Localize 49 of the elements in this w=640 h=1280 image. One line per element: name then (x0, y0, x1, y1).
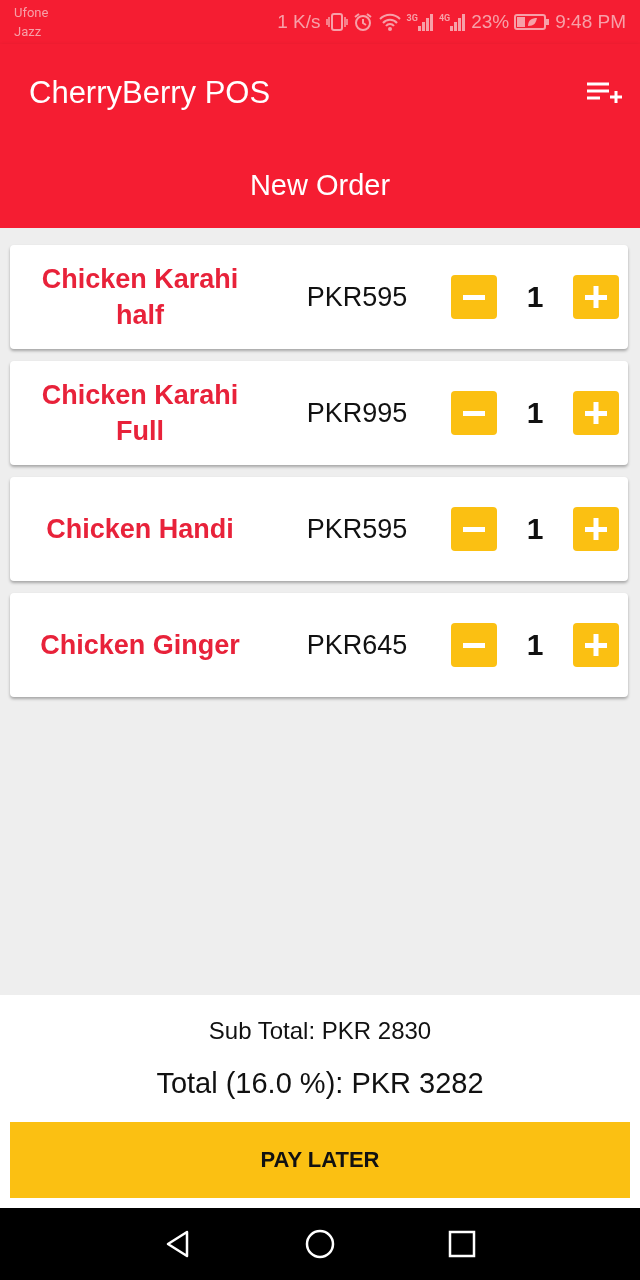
carrier-name: Jazz (14, 23, 43, 41)
decrease-button[interactable] (451, 623, 497, 667)
decrease-button[interactable] (451, 507, 497, 551)
battery-percent: 23% (471, 11, 510, 33)
alarm-icon (352, 12, 373, 32)
increase-button[interactable] (573, 391, 619, 435)
subtotal-text: Sub Total: PKR 2830 (208, 1017, 432, 1045)
increase-button[interactable] (573, 623, 619, 667)
increase-button[interactable] (573, 275, 619, 319)
app-title: CherryBerry POS (29, 75, 271, 111)
item-name: Chicken Karahi half (40, 263, 240, 332)
carrier-name: Ufone (14, 4, 49, 22)
increase-button[interactable] (573, 507, 619, 551)
signal-icon (417, 13, 434, 31)
item-name: Chicken Ginger (39, 629, 241, 662)
network-speed: 1 K/s (277, 11, 321, 33)
screen-title: New Order (249, 168, 391, 202)
total-text: Total (16.0 %): PKR 3282 (156, 1067, 484, 1100)
quantity-value: 1 (525, 512, 545, 546)
item-price: PKR595 (305, 281, 409, 313)
vibrate-icon (325, 12, 348, 32)
home-icon (305, 1229, 335, 1259)
plus-icon (583, 516, 609, 542)
item-name: Chicken Handi (45, 513, 235, 546)
playlist-add-icon (586, 80, 622, 106)
wifi-icon (377, 12, 402, 32)
quantity-value: 1 (525, 280, 545, 314)
minus-icon (463, 642, 485, 648)
signal-icon (450, 13, 467, 31)
minus-icon (463, 294, 485, 300)
decrease-button[interactable] (451, 275, 497, 319)
quantity-value: 1 (525, 628, 545, 662)
decrease-button[interactable] (451, 391, 497, 435)
item-price: PKR645 (305, 629, 409, 661)
plus-icon (583, 284, 609, 310)
item-name: Chicken Karahi Full (40, 379, 240, 448)
quantity-value: 1 (525, 396, 545, 430)
item-price: PKR595 (305, 513, 409, 545)
battery-icon (514, 13, 551, 31)
minus-icon (463, 526, 485, 532)
minus-icon (463, 410, 485, 416)
clock-time: 9:48 PM (555, 11, 626, 33)
network-type: 3G (406, 13, 418, 23)
item-price: PKR995 (305, 397, 409, 429)
plus-icon (583, 400, 609, 426)
network-type: 4G (438, 13, 451, 23)
pay-later-button[interactable]: PAY LATER (10, 1122, 630, 1198)
plus-icon (583, 632, 609, 658)
recents-icon (447, 1229, 477, 1259)
